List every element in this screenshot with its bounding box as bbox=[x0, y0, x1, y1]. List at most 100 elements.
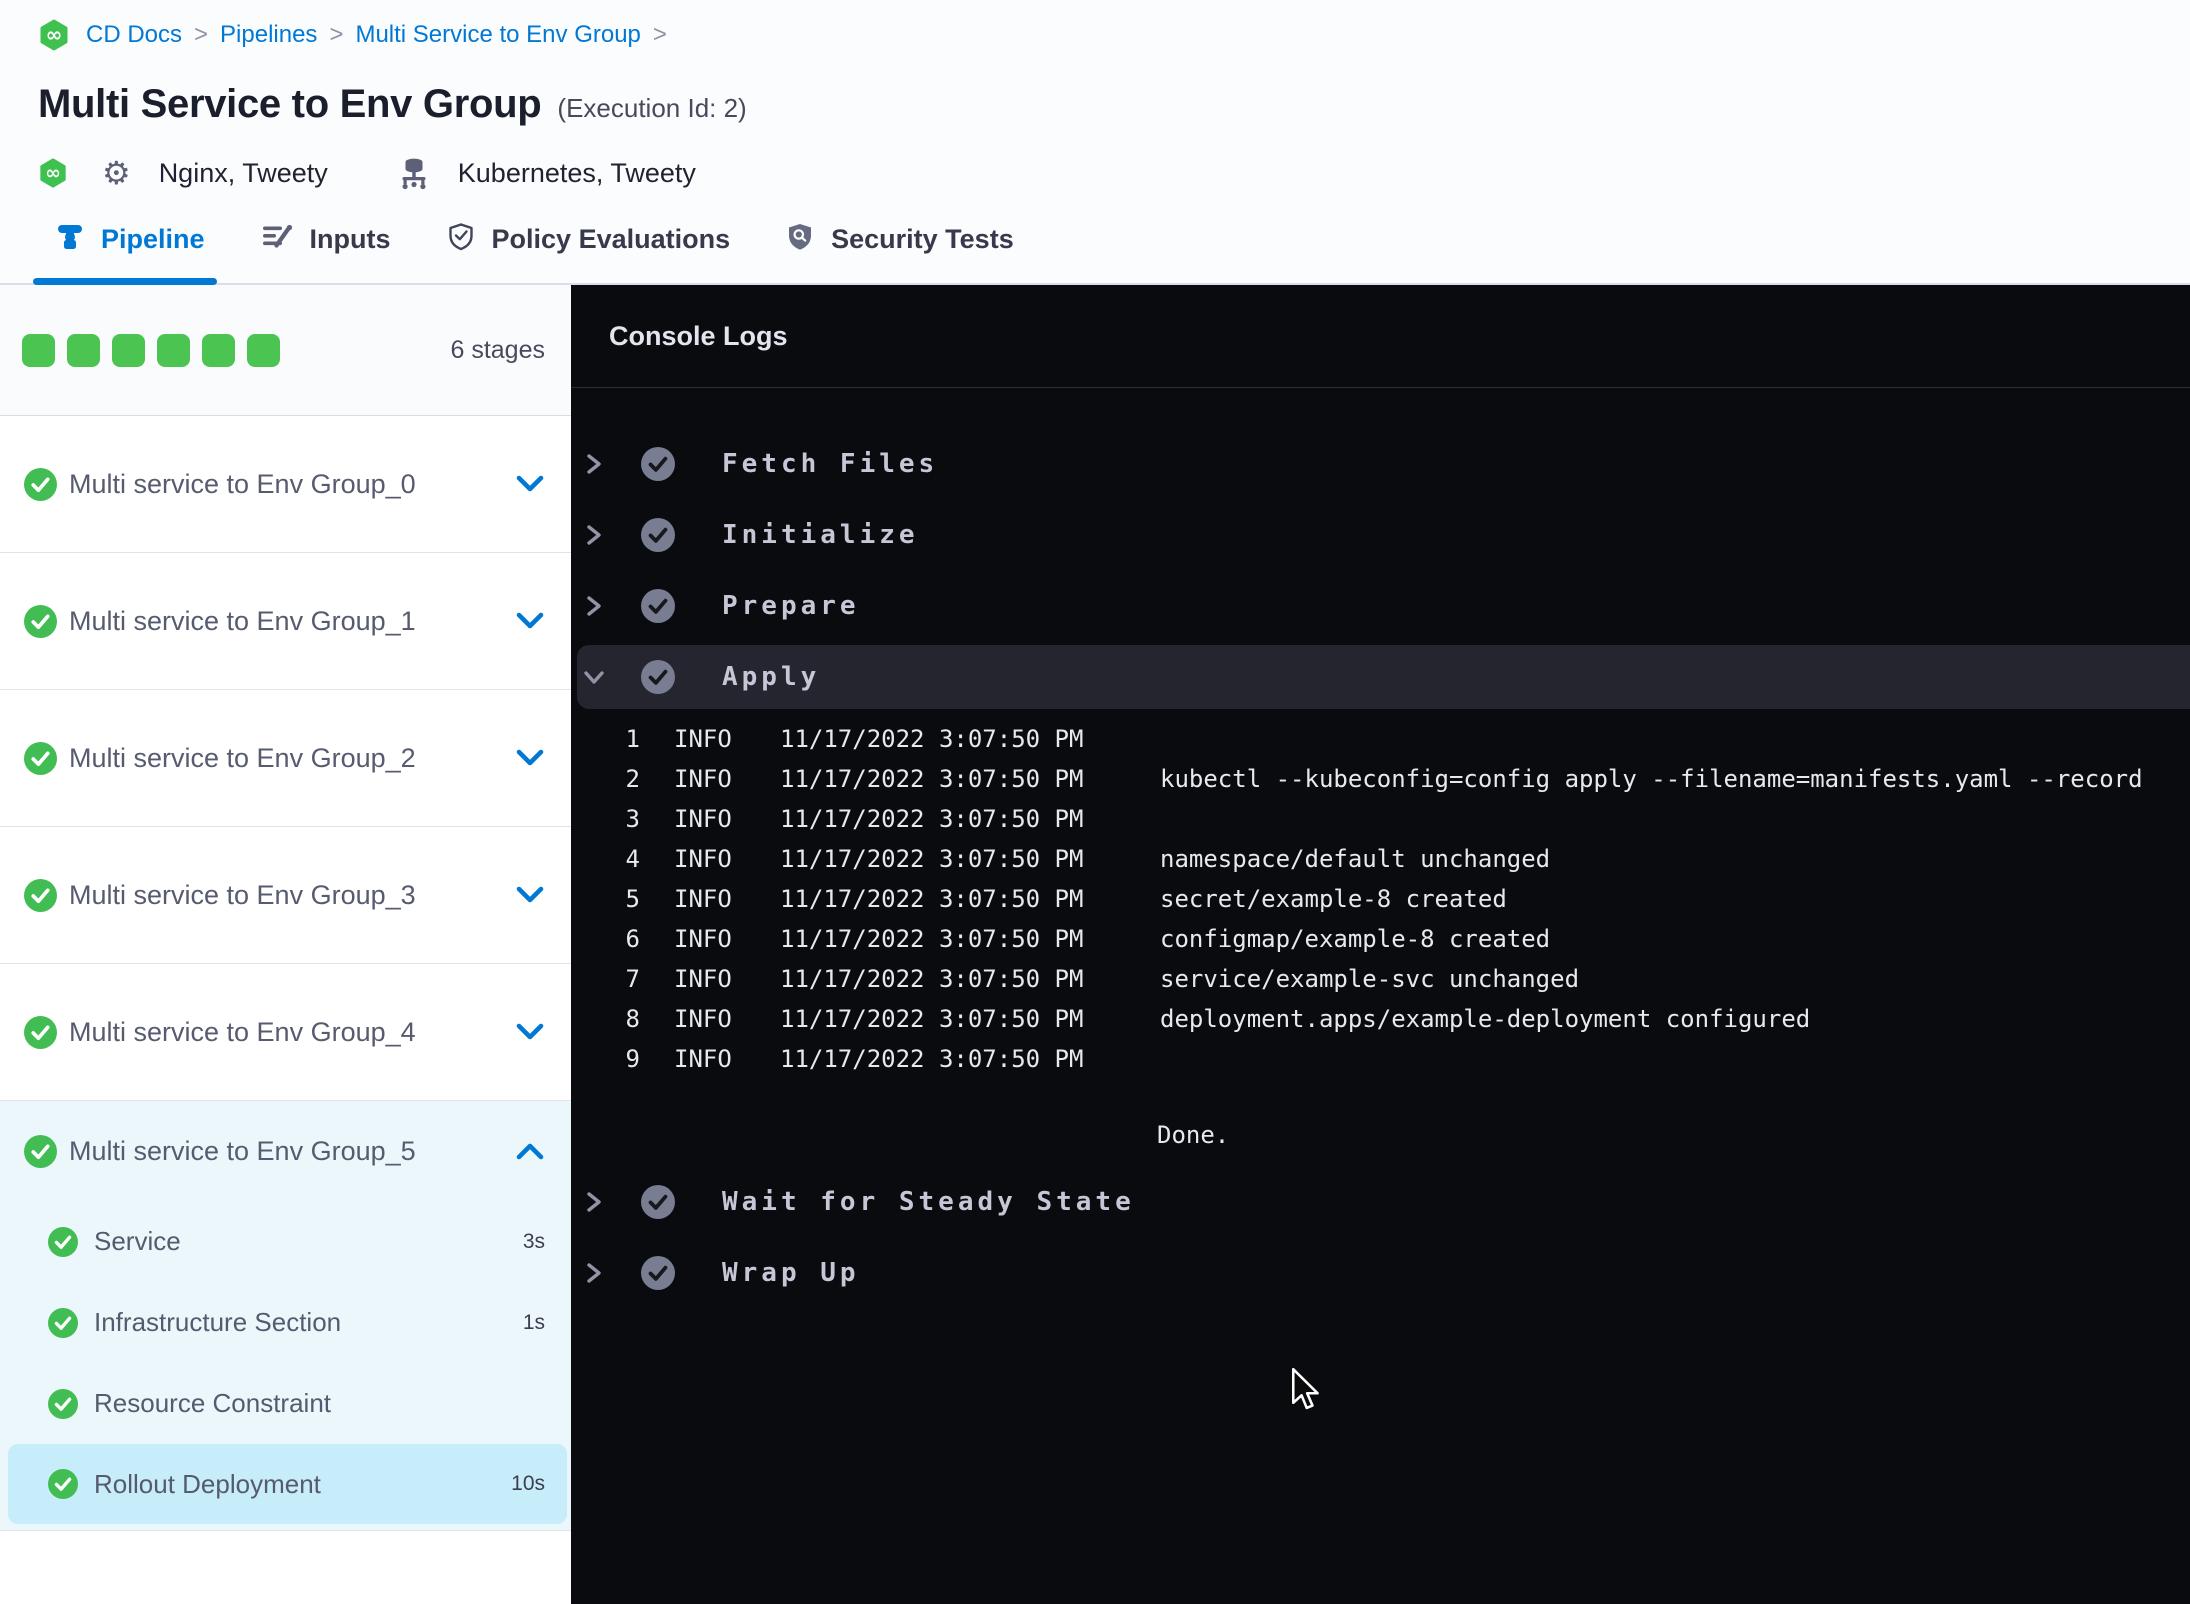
tab-pipeline[interactable]: Pipeline bbox=[33, 195, 217, 285]
console-section-label: Initialize bbox=[722, 520, 919, 550]
step-row-service[interactable]: Service 3s bbox=[0, 1201, 571, 1282]
tab-security-tests[interactable]: Security Tests bbox=[786, 195, 1014, 283]
step-label: Service bbox=[94, 1226, 181, 1256]
chevron-down-icon[interactable] bbox=[515, 748, 545, 768]
step-row-infrastructure-section[interactable]: Infrastructure Section 1s bbox=[0, 1282, 571, 1363]
console-logs-title: Console Logs bbox=[571, 285, 2190, 388]
log-timestamp: 11/17/2022 3:07:50 PM bbox=[780, 725, 1084, 753]
chevron-right-icon[interactable] bbox=[581, 452, 607, 476]
svg-text:∞: ∞ bbox=[46, 23, 63, 47]
breadcrumb-separator: > bbox=[194, 21, 209, 48]
console-section: Fetch Files bbox=[571, 432, 2190, 496]
services-gear-icon: ⚙ bbox=[102, 155, 131, 191]
tab-label: Policy Evaluations bbox=[491, 223, 731, 254]
tab-inputs[interactable]: Inputs bbox=[261, 195, 391, 283]
console-section-prepare[interactable]: Prepare bbox=[571, 574, 2190, 638]
log-line: 6 INFO 11/17/2022 3:07:50 PM configmap/e… bbox=[571, 919, 2190, 959]
stage-row-5[interactable]: Multi service to Env Group_5 bbox=[0, 1101, 571, 1201]
stage-label: Multi service to Env Group_2 bbox=[69, 742, 416, 773]
log-timestamp: 11/17/2022 3:07:50 PM bbox=[780, 765, 1084, 793]
stage-success-icon bbox=[24, 741, 57, 775]
stage-row-1[interactable]: Multi service to Env Group_1 bbox=[0, 552, 571, 689]
log-line-number: 9 bbox=[625, 1045, 640, 1073]
chevron-down-icon[interactable] bbox=[581, 668, 607, 686]
stage-success-icon bbox=[24, 1134, 57, 1168]
svg-text:∞: ∞ bbox=[45, 163, 61, 184]
console-section: Apply 1 INFO 11/17/2022 3:07:50 PM 2 INF… bbox=[571, 645, 2190, 1163]
chevron-down-icon[interactable] bbox=[515, 474, 545, 494]
title-row: Multi Service to Env Group (Execution Id… bbox=[38, 82, 2190, 127]
console-section-initialize[interactable]: Initialize bbox=[571, 503, 2190, 567]
step-success-icon bbox=[48, 1226, 78, 1257]
tab-bar: Pipeline Inputs Policy Evaluations Secur… bbox=[0, 195, 2190, 285]
execution-id-label: (Execution Id: 2) bbox=[557, 93, 747, 123]
stage-row-3[interactable]: Multi service to Env Group_3 bbox=[0, 826, 571, 963]
chevron-right-icon[interactable] bbox=[581, 1190, 607, 1214]
breadcrumb-items: CD Docs > Pipelines > Multi Service to Env G… bbox=[86, 21, 679, 49]
console-section-label: Wrap Up bbox=[722, 1258, 860, 1288]
stage-success-icon bbox=[24, 1015, 57, 1049]
stage-row-2[interactable]: Multi service to Env Group_2 bbox=[0, 689, 571, 826]
chevron-right-icon[interactable] bbox=[581, 523, 607, 547]
harness-logo-icon: ∞ bbox=[38, 19, 70, 51]
pipeline-icon bbox=[56, 222, 84, 257]
log-level: INFO bbox=[674, 1045, 732, 1073]
console-logs-panel: Console Logs Fetch Files Initialize Prep… bbox=[571, 285, 2190, 1604]
console-section-wait-for-steady-state[interactable]: Wait for Steady State bbox=[571, 1170, 2190, 1234]
log-level: INFO bbox=[674, 885, 732, 913]
step-row-resource-constraint[interactable]: Resource Constraint bbox=[0, 1363, 571, 1444]
tab-label: Inputs bbox=[309, 223, 391, 254]
breadcrumb: ∞ CD Docs > Pipelines > Multi Service to Env… bbox=[38, 18, 2190, 52]
stage-label: Multi service to Env Group_0 bbox=[69, 468, 416, 499]
log-level: INFO bbox=[674, 925, 732, 953]
log-line-number: 7 bbox=[625, 965, 640, 993]
step-duration: 1s bbox=[522, 1310, 545, 1334]
log-message: configmap/example-8 created bbox=[1160, 925, 1551, 953]
chevron-up-icon[interactable] bbox=[515, 1141, 545, 1161]
chevron-down-icon[interactable] bbox=[515, 885, 545, 905]
console-section-label: Fetch Files bbox=[722, 449, 939, 479]
breadcrumb-link[interactable]: CD Docs bbox=[86, 21, 182, 48]
console-section-wrap-up[interactable]: Wrap Up bbox=[571, 1241, 2190, 1305]
stage-row-0[interactable]: Multi service to Env Group_0 bbox=[0, 415, 571, 552]
console-section-apply[interactable]: Apply bbox=[577, 645, 2190, 709]
log-timestamp: 11/17/2022 3:07:50 PM bbox=[780, 1045, 1084, 1073]
log-line-number: 2 bbox=[625, 765, 640, 793]
log-level: INFO bbox=[674, 845, 732, 873]
stage-progress-square bbox=[157, 333, 190, 367]
log-timestamp: 11/17/2022 3:07:50 PM bbox=[780, 845, 1084, 873]
log-level: INFO bbox=[674, 765, 732, 793]
log-line: 3 INFO 11/17/2022 3:07:50 PM bbox=[571, 799, 2190, 839]
sidebar-bottom-filler bbox=[0, 1530, 571, 1604]
step-duration: 3s bbox=[522, 1229, 545, 1253]
log-timestamp: 11/17/2022 3:07:50 PM bbox=[780, 805, 1084, 833]
stage-row-4[interactable]: Multi service to Env Group_4 bbox=[0, 963, 571, 1100]
log-line-number: 4 bbox=[625, 845, 640, 873]
console-log-sections: Fetch Files Initialize Prepare Apply 1 I… bbox=[571, 388, 2190, 1305]
step-label: Infrastructure Section bbox=[94, 1307, 342, 1337]
environments-label: Kubernetes, Tweety bbox=[457, 157, 696, 188]
log-level: INFO bbox=[674, 965, 732, 993]
console-section-fetch-files[interactable]: Fetch Files bbox=[571, 432, 2190, 496]
stages-sidebar: 6 stages Multi service to Env Group_0 Mu… bbox=[0, 285, 571, 1604]
log-line: 2 INFO 11/17/2022 3:07:50 PM kubectl --k… bbox=[571, 759, 2190, 799]
stage-label: Multi service to Env Group_1 bbox=[69, 605, 416, 636]
log-message: namespace/default unchanged bbox=[1160, 845, 1551, 873]
breadcrumb-link[interactable]: Pipelines bbox=[220, 21, 317, 48]
stage-progress-square bbox=[112, 333, 145, 367]
breadcrumb-link[interactable]: Multi Service to Env Group bbox=[355, 21, 640, 48]
log-line-number: 5 bbox=[625, 885, 640, 913]
content-body: 6 stages Multi service to Env Group_0 Mu… bbox=[0, 285, 2190, 1604]
chevron-right-icon[interactable] bbox=[581, 594, 607, 618]
log-line-number: 1 bbox=[625, 725, 640, 753]
tab-policy-evaluations[interactable]: Policy Evaluations bbox=[447, 195, 731, 283]
stage-label: Multi service to Env Group_5 bbox=[69, 1135, 416, 1166]
step-row-rollout-deployment[interactable]: Rollout Deployment 10s bbox=[8, 1444, 567, 1524]
log-message: secret/example-8 created bbox=[1160, 885, 1507, 913]
chevron-down-icon[interactable] bbox=[515, 1022, 545, 1042]
mouse-cursor bbox=[1290, 1367, 1322, 1417]
chevron-right-icon[interactable] bbox=[581, 1261, 607, 1285]
log-line-number: 8 bbox=[625, 1005, 640, 1033]
chevron-down-icon[interactable] bbox=[515, 611, 545, 631]
stage-label: Multi service to Env Group_3 bbox=[69, 879, 416, 910]
